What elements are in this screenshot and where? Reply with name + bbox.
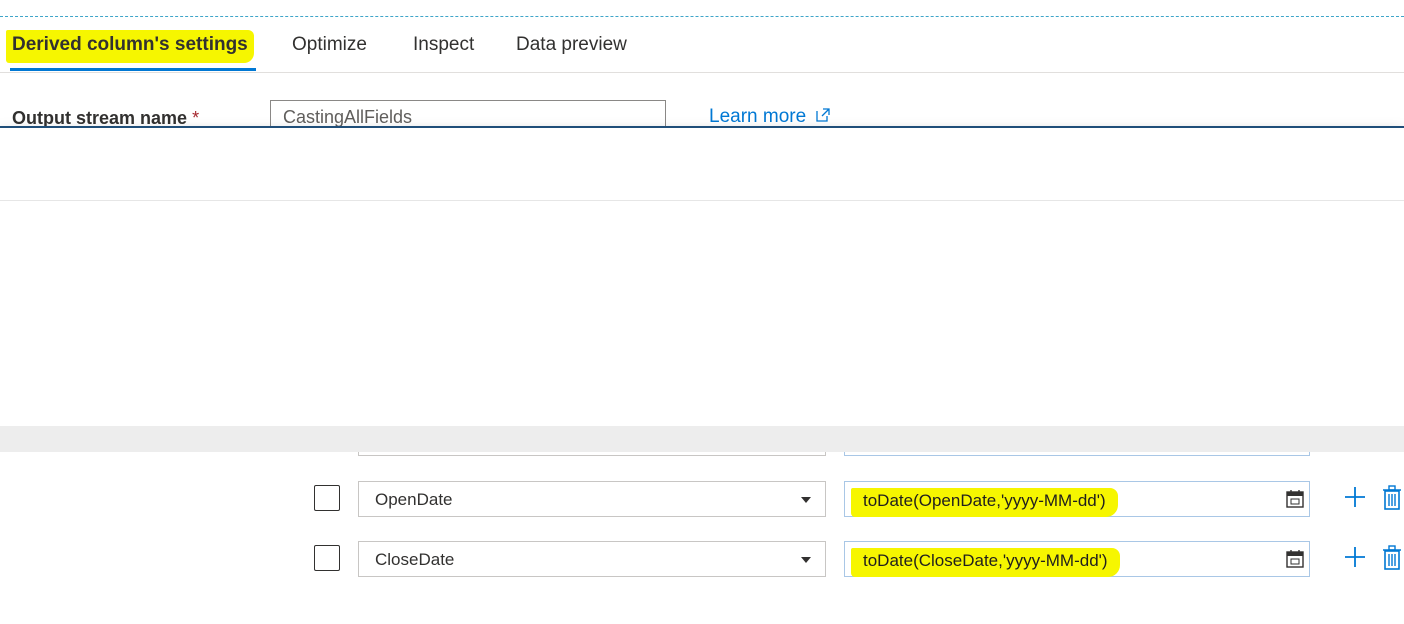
overlay-divider bbox=[0, 200, 1404, 201]
calendar-icon[interactable] bbox=[1285, 549, 1305, 569]
chevron-down-icon bbox=[801, 557, 811, 563]
chevron-down-icon bbox=[801, 497, 811, 503]
expression-input[interactable]: toDate(CloseDate,'yyyy-MM-dd') bbox=[844, 541, 1310, 577]
column-select[interactable]: OpenDate bbox=[358, 481, 826, 517]
trash-icon[interactable] bbox=[1382, 485, 1402, 511]
calendar-icon[interactable] bbox=[1285, 489, 1305, 509]
tab-inspect[interactable]: Inspect bbox=[413, 34, 474, 56]
column-select-value: OpenDate bbox=[375, 490, 453, 509]
dashed-divider bbox=[0, 16, 1404, 17]
row-checkbox[interactable] bbox=[314, 485, 340, 511]
plus-icon[interactable] bbox=[1343, 485, 1367, 509]
learn-more-label: Learn more bbox=[709, 106, 807, 127]
tab-data-preview[interactable]: Data preview bbox=[516, 34, 627, 56]
row-checkbox[interactable] bbox=[314, 545, 340, 571]
expression-text: toDate(OpenDate,'yyyy-MM-dd') bbox=[851, 488, 1118, 517]
active-tab-indicator bbox=[10, 68, 256, 71]
external-link-icon bbox=[816, 108, 831, 122]
dropdown-overlay-panel bbox=[0, 126, 1404, 428]
column-row: OpenDate toDate(OpenDate,'yyyy-MM-dd') bbox=[0, 481, 1404, 517]
expression-input[interactable]: toDate(OpenDate,'yyyy-MM-dd') bbox=[844, 481, 1310, 517]
column-row: CloseDate toDate(CloseDate,'yyyy-MM-dd') bbox=[0, 541, 1404, 577]
plus-icon[interactable] bbox=[1343, 545, 1367, 569]
output-stream-label-text: Output stream name bbox=[12, 108, 188, 128]
overlay-footer bbox=[0, 426, 1404, 452]
trash-icon[interactable] bbox=[1382, 545, 1402, 571]
column-select-value: CloseDate bbox=[375, 550, 455, 569]
tab-derived-column-settings[interactable]: Derived column's settings bbox=[6, 30, 254, 63]
expression-text: toDate(CloseDate,'yyyy-MM-dd') bbox=[851, 548, 1120, 577]
tab-label: Derived column's settings bbox=[6, 30, 254, 63]
required-marker: * bbox=[192, 108, 200, 128]
tab-bar: Derived column's settings Optimize Inspe… bbox=[0, 30, 1404, 73]
learn-more-link[interactable]: Learn more bbox=[709, 106, 831, 128]
tab-optimize[interactable]: Optimize bbox=[292, 34, 367, 56]
column-select[interactable]: CloseDate bbox=[358, 541, 826, 577]
